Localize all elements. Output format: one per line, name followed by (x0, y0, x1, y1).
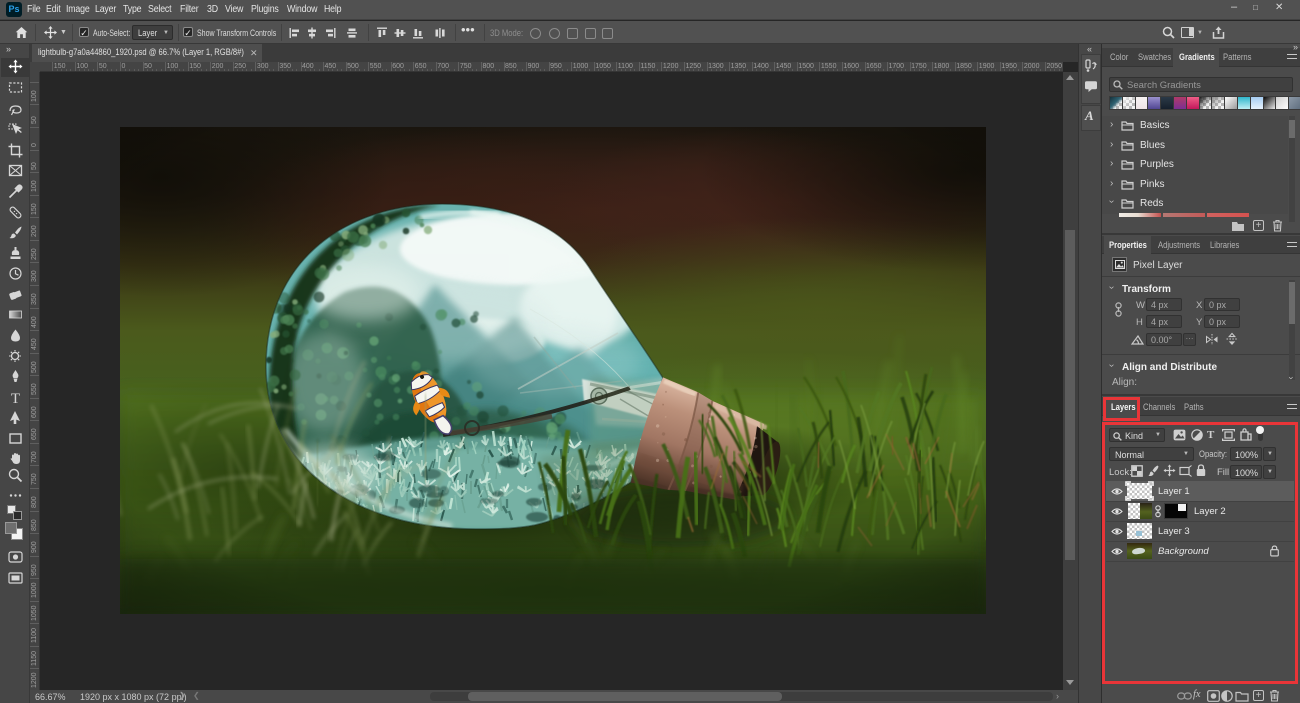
svg-text:T: T (11, 391, 20, 405)
